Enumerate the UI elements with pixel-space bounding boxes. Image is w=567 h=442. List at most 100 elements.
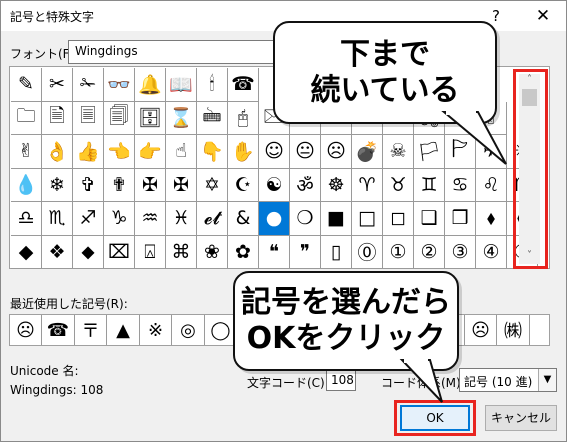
recent-symbol-cell[interactable]: ☎ (43, 315, 75, 345)
symbol-cell[interactable]: ❍ (290, 202, 321, 236)
symbol-cell[interactable]: & (228, 202, 259, 236)
symbol-cell[interactable]: ✌ (11, 135, 42, 169)
symbol-grid-scrollbar[interactable]: ˄ ˅ (519, 74, 540, 264)
symbol-cell[interactable]: 🗄 (135, 101, 166, 135)
symbol-cell[interactable]: ♐ (73, 202, 104, 236)
symbol-cell[interactable]: ♓ (166, 202, 197, 236)
symbol-cell[interactable]: 💣 (352, 135, 383, 169)
symbol-cell[interactable]: ✟ (104, 168, 135, 202)
symbol-cell[interactable]: ✋ (228, 135, 259, 169)
callout-scroll-line2: 続いている (310, 72, 460, 108)
recent-symbol-cell[interactable]: ※ (140, 315, 172, 345)
symbol-cell[interactable]: ♋ (445, 168, 476, 202)
symbol-cell[interactable]: ♑ (104, 202, 135, 236)
symbol-cell[interactable]: ॐ (290, 168, 321, 202)
callout-ok: 記号を選んだら OKをクリック (233, 271, 459, 371)
symbol-cell[interactable]: 👌 (42, 135, 73, 169)
symbol-cell[interactable]: 🔔 (135, 68, 166, 102)
symbol-cell[interactable]: 🕯 (197, 68, 228, 102)
symbol-cell[interactable]: ♎ (11, 202, 42, 236)
symbol-cell[interactable]: ▯ (321, 235, 352, 269)
symbol-cell[interactable]: 📖 (166, 68, 197, 102)
recent-symbol-cell[interactable]: ☹ (10, 315, 42, 345)
symbol-cell[interactable]: ● (259, 202, 290, 236)
recent-symbol-cell[interactable]: ☹ (465, 315, 497, 345)
symbol-cell[interactable]: ⓪ (352, 235, 383, 269)
symbol-cell[interactable]: ☸ (321, 168, 352, 202)
symbol-cell[interactable]: ✂ (42, 68, 73, 102)
symbol-cell[interactable]: 👇 (197, 135, 228, 169)
symbol-cell[interactable]: ⬥ (73, 235, 104, 269)
symbol-cell[interactable]: ① (383, 235, 414, 269)
symbol-cell[interactable]: ④ (476, 235, 507, 269)
symbol-cell[interactable]: ✁ (73, 68, 104, 102)
symbol-cell[interactable]: ☪ (228, 168, 259, 202)
recent-symbol-cell[interactable]: ◎ (173, 315, 205, 345)
symbol-cell[interactable]: ❝ (259, 235, 290, 269)
symbol-cell[interactable]: 🗎 (42, 101, 73, 135)
symbol-cell[interactable]: ♏ (42, 202, 73, 236)
scroll-down-icon[interactable]: ˅ (519, 250, 540, 264)
symbol-cell[interactable]: 👉 (135, 135, 166, 169)
symbol-cell[interactable]: ❖ (42, 235, 73, 269)
symbol-cell[interactable]: ✎ (11, 68, 42, 102)
char-code-field[interactable]: 108 (326, 369, 356, 391)
symbol-cell[interactable]: ❀ (197, 235, 228, 269)
recent-symbol-cell[interactable]: ▲ (108, 315, 140, 345)
symbol-cell[interactable]: 💧 (11, 168, 42, 202)
symbol-cell[interactable]: ✡ (197, 168, 228, 202)
symbol-cell[interactable]: ⬧ (476, 202, 507, 236)
symbol-cell[interactable]: ⌛ (166, 101, 197, 135)
symbol-cell[interactable]: 🖰 (228, 101, 259, 135)
code-system-select[interactable]: 記号 (10 進) ▼ (459, 368, 557, 392)
symbol-cell[interactable]: ♌ (476, 168, 507, 202)
font-field[interactable]: Wingdings (68, 40, 298, 64)
char-code-label: 文字コード(C): (247, 376, 329, 390)
symbol-cell[interactable]: ✠ (135, 168, 166, 202)
scroll-up-icon[interactable]: ˄ (519, 74, 540, 88)
scroll-thumb[interactable] (522, 89, 537, 106)
symbol-cell[interactable]: ✞ (73, 168, 104, 202)
symbol-cell[interactable]: ☯ (259, 168, 290, 202)
symbol-cell[interactable]: 🗐 (104, 101, 135, 135)
close-button[interactable]: ✕ (525, 3, 561, 29)
cancel-button[interactable]: キャンセル (485, 405, 557, 431)
symbol-cell[interactable]: ♈ (352, 168, 383, 202)
symbol-cell[interactable]: ❞ (290, 235, 321, 269)
symbol-cell[interactable]: ☹ (321, 135, 352, 169)
recent-symbol-cell[interactable]: ㈱ (498, 315, 530, 345)
symbol-cell[interactable]: 👓 (104, 68, 135, 102)
symbol-cell[interactable]: ■ (321, 202, 352, 236)
symbol-cell[interactable]: 😐 (290, 135, 321, 169)
symbol-cell[interactable]: ◆ (11, 235, 42, 269)
symbol-cell[interactable]: ⌧ (104, 235, 135, 269)
symbol-cell[interactable]: □ (352, 202, 383, 236)
symbol-cell[interactable]: ⍓ (135, 235, 166, 269)
symbol-cell[interactable]: ✠ (166, 168, 197, 202)
recent-symbol-cell[interactable]: 〒 (75, 315, 107, 345)
symbol-cell[interactable]: ❄ (42, 168, 73, 202)
chevron-down-icon: ▼ (538, 369, 556, 391)
ok-button[interactable]: OK (400, 405, 470, 431)
symbol-cell[interactable]: ☠ (383, 135, 414, 169)
symbol-cell[interactable]: 🖮 (197, 101, 228, 135)
symbol-cell[interactable]: ♊ (414, 168, 445, 202)
symbol-cell[interactable]: ✿ (228, 235, 259, 269)
callout-scroll: 下まで 続いている (273, 21, 497, 124)
symbol-cell[interactable]: ❒ (445, 202, 476, 236)
symbol-cell[interactable]: ♒ (135, 202, 166, 236)
symbol-cell[interactable]: ❑ (414, 202, 445, 236)
symbol-cell[interactable]: ② (414, 235, 445, 269)
symbol-cell[interactable]: 👍 (73, 135, 104, 169)
symbol-cell[interactable]: ③ (445, 235, 476, 269)
symbol-cell[interactable]: 👈 (104, 135, 135, 169)
symbol-cell[interactable]: 🗏 (73, 101, 104, 135)
symbol-cell[interactable]: ♉ (383, 168, 414, 202)
symbol-cell[interactable]: 🗀 (11, 101, 42, 135)
symbol-cell[interactable]: 𝓮𝓽 (197, 202, 228, 236)
symbol-cell[interactable]: ☺ (259, 135, 290, 169)
symbol-cell[interactable]: ☎ (228, 68, 259, 102)
symbol-cell[interactable]: ⌘ (166, 235, 197, 269)
symbol-cell[interactable]: ◻ (383, 202, 414, 236)
symbol-cell[interactable]: ☝ (166, 135, 197, 169)
